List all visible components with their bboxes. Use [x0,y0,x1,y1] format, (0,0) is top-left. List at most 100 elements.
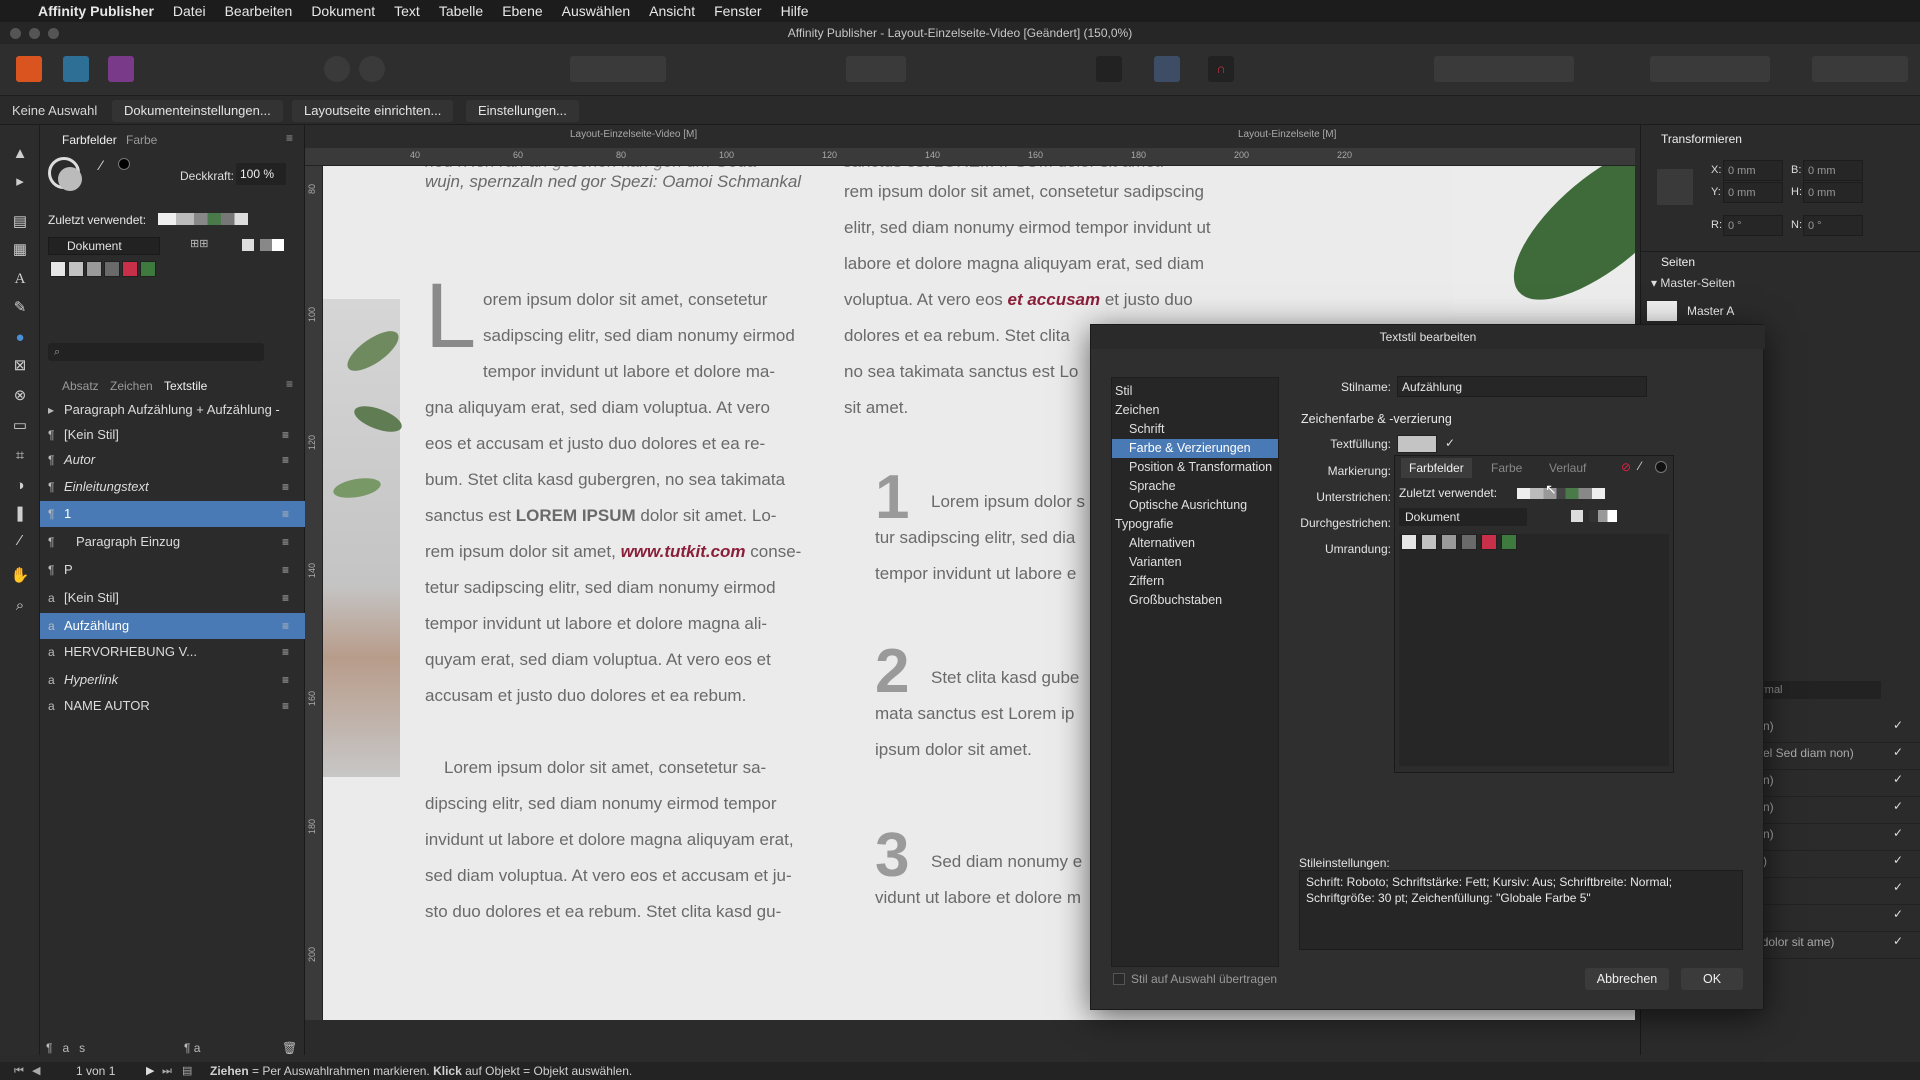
maximize-window-button[interactable] [48,28,59,39]
style-menu-icon[interactable]: ≡ [282,447,289,473]
layout-page-button[interactable]: Layoutseite einrichten... [292,100,454,122]
document-settings-button[interactable]: Dokumenteinstellungen... [112,100,283,122]
publisher-persona-icon[interactable] [16,56,42,82]
style-menu-icon[interactable]: ≡ [282,639,289,665]
popup-swatch-4[interactable] [1461,534,1477,550]
panel-menu-icon[interactable]: ≡ [286,131,293,145]
style-menu-icon[interactable]: ≡ [282,474,289,500]
swatch-4[interactable] [104,261,120,277]
fill-tool-icon[interactable]: ◑ [9,475,31,497]
popup-recent-swatches[interactable] [1517,488,1605,499]
style-row[interactable]: ¶ [Kein Stil] ≡ [40,422,305,448]
picture-frame-icon[interactable]: ⊠ [9,355,31,377]
palette-dropdown[interactable]: Dokument [48,237,160,255]
popup-mono-swatches[interactable] [1589,510,1617,522]
swatch-2[interactable] [68,261,84,277]
category-item[interactable]: Typografie [1115,515,1173,534]
plant-image-left[interactable] [323,299,405,777]
table-tool-icon[interactable]: ▦ [9,239,31,261]
new-character-style-icon[interactable]: a [62,1041,69,1055]
first-page-icon[interactable]: ⏮ [14,1062,24,1080]
doc-tab-video[interactable]: Layout-Einzelseite-Video [M] [570,129,697,140]
ok-button[interactable]: OK [1681,968,1743,990]
popup-black-swatch[interactable] [1655,461,1667,473]
swatch-5[interactable] [122,261,138,277]
zoom-tool-icon[interactable]: ⌕ [9,595,31,617]
pen-tool-icon[interactable]: ✎ [9,297,31,319]
tab-paragraph[interactable]: Absatz [62,379,99,393]
menu-dokument[interactable]: Dokument [311,3,375,19]
frame-text-tool-icon[interactable]: ▤ [9,211,31,233]
layer-visibility-checkbox[interactable]: ✓ [1893,853,1903,867]
designer-persona-icon[interactable] [108,56,134,82]
tab-text-styles[interactable]: Textstile [164,379,207,393]
apply-to-selection-checkbox[interactable] [1113,973,1125,985]
frame-tools-group[interactable] [570,56,666,82]
layer-visibility-checkbox[interactable]: ✓ [1893,772,1903,786]
x-field[interactable]: 0 mm [1723,160,1783,181]
style-group-header[interactable]: ▸ Paragraph Aufzählung + Aufzählung - [40,399,305,421]
close-window-button[interactable] [10,28,21,39]
style-row[interactable]: a NAME AUTOR ≡ [40,693,305,719]
y-field[interactable]: 0 mm [1723,182,1783,203]
layer-visibility-checkbox[interactable]: ✓ [1893,880,1903,894]
style-menu-icon[interactable]: ≡ [282,501,289,527]
styles-menu-icon[interactable]: ≡ [286,377,293,391]
style-menu-icon[interactable]: ≡ [282,529,289,555]
swatch-1[interactable] [50,261,66,277]
menu-fenster[interactable]: Fenster [714,3,761,19]
style-row[interactable]: a HERVORHEBUNG V... ≡ [40,639,305,665]
horizontal-ruler[interactable]: 40 60 80 100 120 140 160 180 200 220 [305,148,1635,166]
popup-swatch-3[interactable] [1441,534,1457,550]
style-menu-icon[interactable]: ≡ [282,667,289,693]
menu-tabelle[interactable]: Tabelle [439,3,483,19]
place-image-icon[interactable]: ▭ [9,415,31,437]
black-color-icon[interactable] [118,158,130,170]
menu-datei[interactable]: Datei [173,3,206,19]
popup-swatch-6[interactable] [1501,534,1517,550]
style-name-input[interactable]: Aufzählung [1397,376,1647,397]
category-item[interactable]: Ziffern [1129,572,1164,591]
no-color-icon[interactable] [242,239,254,251]
color-picker-icon[interactable]: ⁄ [100,157,102,173]
tab-swatches[interactable]: Farbfelder [62,133,117,147]
layer-visibility-checkbox[interactable]: ✓ [1893,934,1903,948]
category-item[interactable]: Alternativen [1129,534,1195,553]
palette-options-icon[interactable]: ⊞⊞ [190,237,220,253]
prev-page-icon[interactable]: ◀ [32,1062,40,1080]
style-menu-icon[interactable]: ≡ [282,693,289,719]
eyedropper-tool-icon[interactable]: ⁄ [9,530,31,552]
layer-visibility-checkbox[interactable]: ✓ [1893,907,1903,921]
text-flow-icon[interactable] [1154,56,1180,82]
recent-swatches[interactable] [158,213,248,225]
vertical-ruler[interactable]: 80 100 120 140 160 180 200 [305,166,323,1020]
popup-tab-color[interactable]: Farbe [1491,458,1522,478]
next-page-icon[interactable]: ▶ [146,1062,154,1080]
style-row[interactable]: ¶ P ≡ [40,557,305,583]
popup-palette-dropdown[interactable]: Dokument [1399,508,1527,526]
category-item[interactable]: Schrift [1129,420,1164,439]
rotation-field[interactable]: 0 ° [1723,215,1783,236]
style-row[interactable]: ¶ 1 ≡ [40,501,305,527]
assistant-icon[interactable] [359,56,385,82]
fill-color-icon[interactable] [58,167,82,191]
style-row[interactable]: ¶ Autor ≡ [40,447,305,473]
style-menu-icon[interactable]: ≡ [282,557,289,583]
move-tool-icon[interactable]: ▲ [9,143,31,165]
app-menu[interactable]: Affinity Publisher [38,3,154,19]
popup-no-color-icon[interactable] [1571,510,1583,522]
h-field[interactable]: 0 mm [1803,182,1863,203]
opacity-field[interactable]: 100 % [236,163,286,185]
w-field[interactable]: 0 mm [1803,160,1863,181]
category-item[interactable]: Stil [1115,382,1132,401]
boolean-tools-group[interactable] [1812,56,1908,82]
text-fill-swatch[interactable] [1397,435,1437,453]
category-item[interactable]: Zeichen [1115,401,1159,420]
layer-visibility-checkbox[interactable]: ✓ [1893,745,1903,759]
popup-swatch-2[interactable] [1421,534,1437,550]
popup-tab-gradient[interactable]: Verlauf [1549,458,1586,478]
menu-text[interactable]: Text [394,3,420,19]
artistic-text-tool-icon[interactable]: A [9,268,31,290]
category-item[interactable]: Optische Ausrichtung [1129,496,1247,515]
brush-tool-icon[interactable]: ❚ [9,503,31,525]
